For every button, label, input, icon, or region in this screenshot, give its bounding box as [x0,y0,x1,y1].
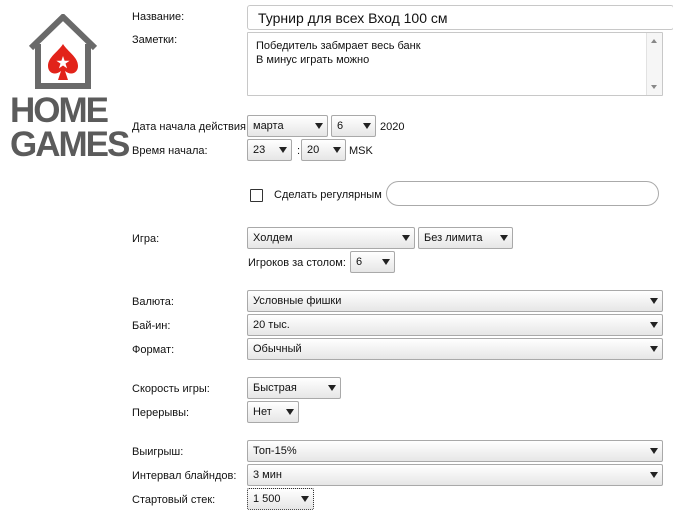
speed-label: Скорость игры: [132,383,210,395]
payout-value: Топ-15% [253,445,297,457]
breaks-label: Перерывы: [132,407,190,419]
speed-value: Быстрая [253,382,297,394]
starting-stack-label: Стартовый стек: [132,494,216,506]
payout-select[interactable]: Топ-15% [247,440,663,462]
minute-value: 20 [307,144,320,156]
month-select[interactable]: марта [247,115,328,137]
currency-select[interactable]: Условные фишки [247,290,663,312]
year-text: 2020 [380,121,405,133]
starting-stack-value: 1 500 [253,493,281,505]
blind-interval-select[interactable]: 3 мин [247,464,663,486]
start-date-label: Дата начала действия [132,121,246,133]
chevron-down-icon [650,346,658,352]
breaks-value: Нет [253,406,272,418]
house-spade-icon [28,14,98,89]
hour-select[interactable]: 23 [247,139,292,161]
chevron-down-icon [286,409,294,415]
currency-value: Условные фишки [253,295,342,307]
chevron-down-icon [402,235,410,241]
chevron-down-icon [279,147,287,153]
currency-label: Валюта: [132,296,174,308]
hour-value: 23 [253,144,266,156]
game-value: Холдем [253,232,293,244]
recurring-checkbox[interactable] [250,189,263,202]
buyin-select[interactable]: 20 тыс. [247,314,663,336]
timezone-text: MSK [349,145,373,157]
players-select[interactable]: 6 [350,251,395,273]
name-input-value: Турнир для всех Вход 100 см [258,10,448,26]
chevron-down-icon [328,385,336,391]
notes-label: Заметки: [132,34,178,46]
payout-label: Выигрыш: [132,446,184,458]
day-value: 6 [337,120,344,132]
buyin-label: Бай-ин: [132,320,171,332]
chevron-down-icon [301,496,309,502]
buyin-value: 20 тыс. [253,319,290,331]
limit-select[interactable]: Без лимита [418,227,513,249]
name-input[interactable]: Турнир для всех Вход 100 см [247,5,673,30]
speed-select[interactable]: Быстрая [247,377,341,399]
notes-line-2: В минус играть можно [256,54,370,66]
notes-textarea[interactable]: Победитель забмрает весь банк В минус иг… [247,32,663,96]
chevron-down-icon [650,298,658,304]
chevron-down-icon [650,448,658,454]
logo-text-home: HOME [10,91,109,130]
chevron-down-icon [500,235,508,241]
chevron-down-icon [650,472,658,478]
game-select[interactable]: Холдем [247,227,415,249]
format-select[interactable]: Обычный [247,338,663,360]
starting-stack-select[interactable]: 1 500 [247,488,314,510]
time-separator: : [297,145,301,157]
limit-value: Без лимита [424,232,483,244]
scroll-up-icon[interactable] [651,39,657,43]
players-value: 6 [356,256,363,268]
chevron-down-icon [333,147,341,153]
day-select[interactable]: 6 [331,115,376,137]
recurring-input[interactable] [386,181,659,206]
players-label: Игроков за столом: [248,257,346,269]
blind-interval-value: 3 мин [253,469,282,481]
logo-text-games: GAMES [10,125,130,164]
breaks-select[interactable]: Нет [247,401,299,423]
minute-select[interactable]: 20 [301,139,346,161]
start-time-label: Время начала: [132,145,208,157]
chevron-down-icon [315,123,323,129]
chevron-down-icon [363,123,371,129]
name-label: Название: [132,11,185,23]
notes-line-1: Победитель забмрает весь банк [256,40,421,52]
chevron-down-icon [382,259,390,265]
game-label: Игра: [132,233,160,245]
notes-scrollbar[interactable] [646,33,662,95]
format-label: Формат: [132,344,175,356]
format-value: Обычный [253,343,302,355]
scroll-down-icon[interactable] [651,85,657,89]
month-value: марта [253,120,284,132]
recurring-label[interactable]: Сделать регулярным [274,189,382,202]
blind-interval-label: Интервал блайндов: [132,470,237,482]
chevron-down-icon [650,322,658,328]
